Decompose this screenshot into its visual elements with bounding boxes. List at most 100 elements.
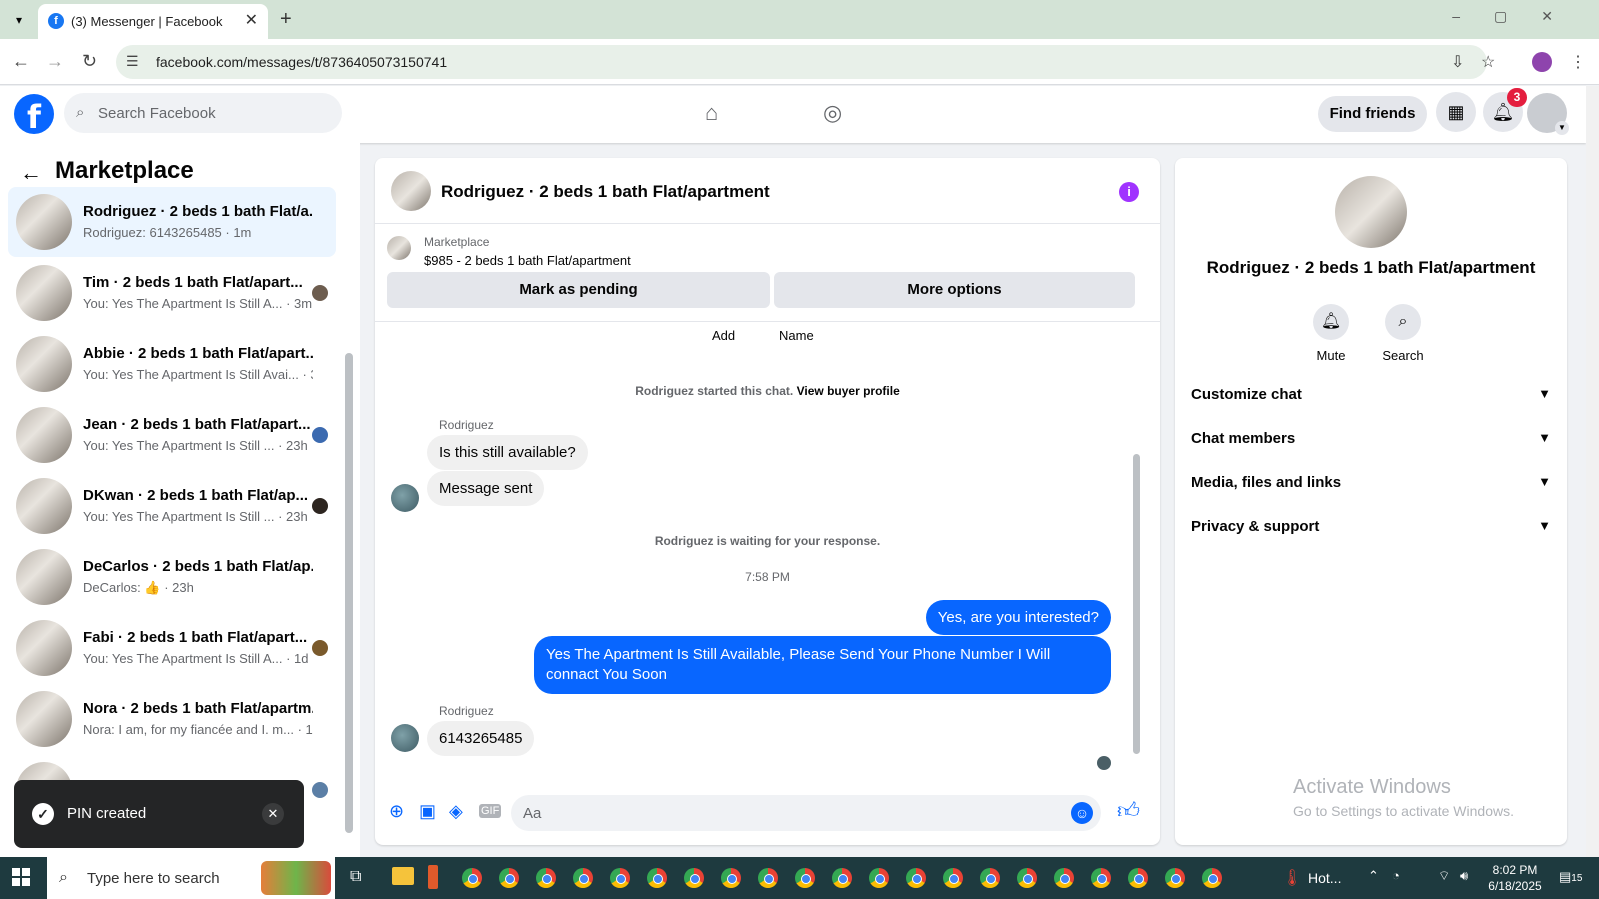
chrome-icon[interactable] bbox=[536, 868, 556, 888]
windows-start-icon[interactable] bbox=[12, 868, 30, 886]
app-icon[interactable] bbox=[428, 865, 438, 889]
install-icon[interactable]: ⇩ bbox=[1451, 52, 1464, 72]
back-nav-icon[interactable]: ← bbox=[12, 51, 30, 72]
mark-as-pending-button[interactable]: Mark as pending bbox=[387, 272, 770, 308]
emoji-icon[interactable]: ☺ bbox=[1071, 802, 1093, 824]
bookmark-star-icon[interactable]: ☆ bbox=[1481, 52, 1495, 72]
reload-icon[interactable]: ↻ bbox=[82, 51, 97, 72]
chrome-icon[interactable] bbox=[499, 868, 519, 888]
task-view-icon[interactable]: ⧉ bbox=[350, 868, 361, 886]
listing-avatar[interactable] bbox=[1335, 176, 1407, 248]
chrome-icon[interactable] bbox=[647, 868, 667, 888]
view-buyer-profile-link[interactable]: View buyer profile bbox=[797, 384, 900, 398]
chat-list-scrollbar[interactable] bbox=[345, 353, 353, 833]
conversation-item[interactable]: Abbie · 2 beds 1 bath Flat/apart... You:… bbox=[8, 329, 336, 399]
chrome-icon[interactable] bbox=[1091, 868, 1111, 888]
image-icon[interactable]: ▣ bbox=[419, 801, 436, 822]
chrome-icon[interactable] bbox=[721, 868, 741, 888]
conversation-item[interactable]: DKwan · 2 beds 1 bath Flat/ap... You: Ye… bbox=[8, 471, 336, 541]
outgoing-message[interactable]: Yes The Apartment Is Still Available, Pl… bbox=[534, 636, 1111, 694]
mute-action[interactable]: 🔔︎ Mute bbox=[1301, 304, 1361, 363]
incoming-message[interactable]: Is this still available? bbox=[427, 435, 588, 470]
sender-avatar[interactable] bbox=[391, 724, 419, 752]
search-icon[interactable]: ⌕ bbox=[1385, 304, 1421, 340]
chrome-icon[interactable] bbox=[758, 868, 778, 888]
new-tab-icon[interactable]: + bbox=[280, 8, 292, 31]
media-files-links-section[interactable]: Media, files and links ▼ bbox=[1191, 474, 1551, 514]
forward-nav-icon[interactable]: → bbox=[46, 51, 64, 72]
close-icon[interactable]: ✕ bbox=[262, 803, 284, 825]
facebook-logo-icon[interactable]: f bbox=[14, 94, 54, 136]
chrome-icon[interactable] bbox=[573, 868, 593, 888]
conversation-item[interactable]: Fabi · 2 beds 1 bath Flat/apart... You: … bbox=[8, 613, 336, 683]
browser-menu-icon[interactable]: ⋮ bbox=[1570, 52, 1586, 72]
conversation-item[interactable]: Rodriguez · 2 beds 1 bath Flat/a... Rodr… bbox=[8, 187, 336, 257]
taskbar-search[interactable]: ⌕ Type here to search bbox=[47, 857, 335, 899]
sender-avatar[interactable] bbox=[391, 484, 419, 512]
file-explorer-icon[interactable] bbox=[392, 867, 414, 885]
wifi-icon[interactable]: ⌔ bbox=[1438, 868, 1450, 884]
page-scrollbar[interactable] bbox=[1586, 86, 1599, 857]
outgoing-message[interactable]: Yes, are you interested? bbox=[925, 600, 1111, 635]
find-friends-button[interactable]: Find friends bbox=[1318, 96, 1427, 132]
search-action[interactable]: ⌕ Search bbox=[1373, 304, 1433, 363]
facebook-search[interactable]: ⌕ bbox=[64, 93, 342, 133]
incoming-message[interactable]: 6143265485 bbox=[427, 721, 535, 756]
chrome-icon[interactable] bbox=[462, 868, 482, 888]
chrome-icon[interactable] bbox=[980, 868, 1000, 888]
listing-price[interactable]: $985 - 2 beds 1 bath Flat/apartment bbox=[424, 253, 631, 268]
incoming-message[interactable]: Message sent bbox=[427, 471, 545, 506]
tray-chevron-icon[interactable]: ⌃ bbox=[1368, 868, 1379, 884]
groups-icon[interactable]: ◎ bbox=[823, 100, 842, 126]
network-icon[interactable]: ◔ bbox=[1392, 868, 1400, 883]
chat-avatar[interactable] bbox=[391, 171, 431, 211]
account-avatar[interactable]: ▼ bbox=[1527, 93, 1569, 135]
home-icon[interactable]: ⌂ bbox=[705, 100, 718, 126]
chat-scrollbar[interactable] bbox=[1133, 454, 1140, 754]
menu-grid-icon[interactable]: ▦ bbox=[1436, 92, 1476, 132]
chat-title[interactable]: Rodriguez · 2 beds 1 bath Flat/apartment bbox=[441, 182, 770, 202]
conversation-item[interactable]: Tim · 2 beds 1 bath Flat/apart... You: Y… bbox=[8, 258, 336, 328]
chrome-icon[interactable] bbox=[832, 868, 852, 888]
bell-icon[interactable]: 🔔︎ bbox=[1313, 304, 1349, 340]
privacy-support-section[interactable]: Privacy & support ▼ bbox=[1191, 518, 1551, 558]
conversation-item[interactable]: Jean · 2 beds 1 bath Flat/apart... You: … bbox=[8, 400, 336, 470]
site-info-icon[interactable]: ☰ bbox=[126, 53, 139, 70]
chrome-icon[interactable] bbox=[1017, 868, 1037, 888]
notification-center-icon[interactable]: ▤15 bbox=[1559, 869, 1582, 885]
browser-profile-avatar[interactable] bbox=[1532, 52, 1552, 72]
message-input-wrapper[interactable]: ☺ bbox=[511, 795, 1101, 831]
window-controls[interactable]: –▢✕ bbox=[1452, 8, 1587, 25]
thermometer-icon[interactable]: 🌡︎ bbox=[1282, 868, 1302, 888]
chrome-icon[interactable] bbox=[1054, 868, 1074, 888]
chat-members-section[interactable]: Chat members ▼ bbox=[1191, 430, 1551, 470]
back-arrow-icon[interactable]: ← bbox=[20, 160, 42, 186]
conversation-item[interactable]: DeCarlos · 2 beds 1 bath Flat/ap... DeCa… bbox=[8, 542, 336, 612]
browser-tab[interactable]: f (3) Messenger | Facebook ✕ bbox=[38, 4, 268, 39]
address-bar[interactable]: ☰ facebook.com/messages/t/87364050731507… bbox=[116, 45, 1495, 79]
customize-chat-section[interactable]: Customize chat ▼ bbox=[1191, 386, 1551, 426]
url-text[interactable]: facebook.com/messages/t/8736405073150741 bbox=[156, 54, 447, 70]
plus-icon[interactable]: ⊕ bbox=[389, 801, 404, 822]
conversation-item[interactable]: Nora · 2 beds 1 bath Flat/apartm... Nora… bbox=[8, 684, 336, 754]
chrome-icon[interactable] bbox=[869, 868, 889, 888]
weather-text[interactable]: Hot... bbox=[1308, 870, 1341, 886]
taskbar-clock[interactable]: 8:02 PM 6/18/2025 bbox=[1480, 862, 1550, 894]
chrome-icon[interactable] bbox=[684, 868, 704, 888]
info-icon[interactable]: i bbox=[1119, 182, 1139, 202]
chrome-icon[interactable] bbox=[610, 868, 630, 888]
gif-icon[interactable]: GIF bbox=[479, 804, 502, 818]
chrome-icon[interactable] bbox=[795, 868, 815, 888]
volume-icon[interactable]: 🔊︎ bbox=[1460, 868, 1468, 884]
like-icon[interactable]: 👍︎ bbox=[1117, 797, 1140, 824]
facebook-search-input[interactable] bbox=[98, 93, 334, 133]
chrome-icon[interactable] bbox=[943, 868, 963, 888]
sticker-icon[interactable]: ◈ bbox=[449, 801, 463, 822]
message-input[interactable] bbox=[523, 795, 1063, 831]
tab-list-dropdown-icon[interactable]: ▾ bbox=[8, 10, 30, 30]
chrome-icon[interactable] bbox=[1165, 868, 1185, 888]
chrome-icon[interactable] bbox=[1202, 868, 1222, 888]
close-tab-icon[interactable]: ✕ bbox=[245, 10, 258, 30]
more-options-button[interactable]: More options bbox=[774, 272, 1135, 308]
chrome-icon[interactable] bbox=[906, 868, 926, 888]
